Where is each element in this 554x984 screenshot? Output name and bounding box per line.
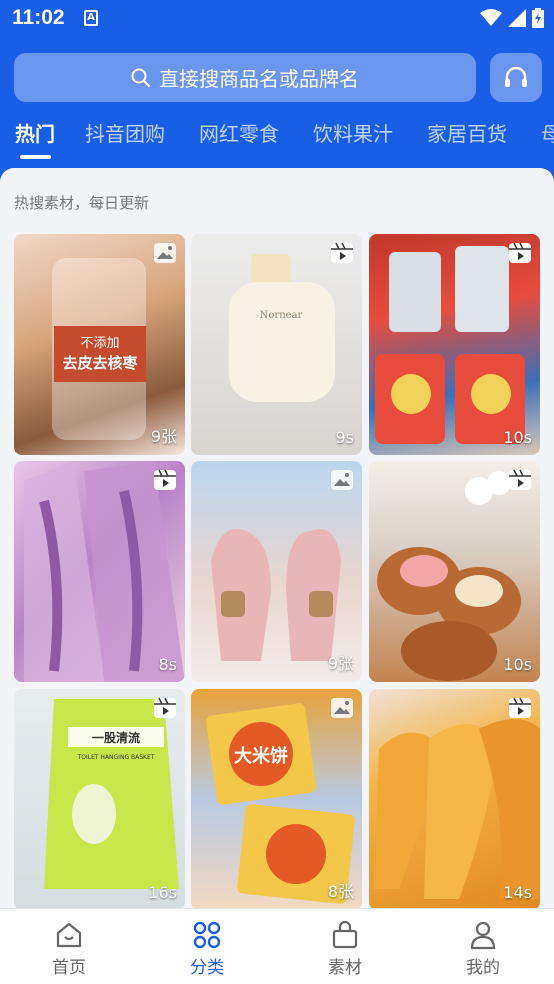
card-meta: 10s [503,655,532,674]
image-icon [154,243,176,263]
card-meta: 9张 [150,427,177,446]
card-photo [374,719,540,899]
nav-home[interactable]: 首页 [0,909,138,984]
card-photo [211,529,341,661]
tab-douyin-group[interactable]: 抖音团购 [85,118,165,147]
tab-drinks[interactable]: 饮料果汁 [313,118,393,147]
signal-icon [508,9,526,27]
video-icon [331,242,353,263]
image-icon [331,470,353,490]
bag-icon [330,919,360,951]
material-card-1[interactable]: 不添加 去皮去核枣 9张 [14,234,185,455]
material-card-2[interactable]: Nornear 9s [191,234,362,455]
card-photo: 大米饼 [206,703,355,904]
headset-icon [505,66,527,87]
card-meta: 8s [158,655,177,674]
svg-text:一股清流: 一股清流 [92,730,140,745]
nav-materials[interactable]: 素材 [276,909,414,984]
card-photo: Nornear [229,254,335,402]
nav-label: 素材 [328,958,362,978]
material-card-3[interactable]: 10s [369,234,540,455]
video-icon [509,242,531,263]
system-icons [480,8,544,28]
wifi-icon [480,9,502,26]
video-icon [154,469,176,490]
tab-mother-baby[interactable]: 母 [541,118,554,147]
card-meta: 16s [148,883,177,902]
svg-text:大米饼: 大米饼 [234,745,288,767]
svg-text:TOILET HANGING BASKET: TOILET HANGING BASKET [77,754,155,761]
card-photo: 一股清流 TOILET HANGING BASKET [44,699,179,889]
notification-icon: A [84,10,98,26]
material-card-8[interactable]: 大米饼 8张 [191,689,362,908]
tab-active-indicator [20,155,51,159]
image-icon [331,698,353,718]
card-photo [24,461,185,682]
home-icon [54,919,84,951]
search-placeholder: 直接搜商品名或品牌名 [159,67,359,91]
category-icon [192,919,222,951]
feed-hint: 热搜素材，每日更新 [14,194,150,212]
search-bar[interactable]: 直接搜商品名或品牌名 [14,53,476,102]
battery-icon [532,8,544,28]
tab-home-goods[interactable]: 家居百货 [427,118,507,147]
search-icon [131,68,151,88]
card-meta: 10s [503,428,532,447]
nav-label: 我的 [466,958,500,978]
card-photo [377,471,521,681]
user-icon [468,919,498,951]
svg-text:去皮去核枣: 去皮去核枣 [62,354,138,372]
card-meta: 9s [335,428,354,447]
video-icon [509,697,531,718]
video-icon [154,697,176,718]
nav-profile[interactable]: 我的 [414,909,552,984]
svg-text:Nornear: Nornear [260,310,303,321]
material-card-4[interactable]: 8s [14,461,185,682]
category-tabs: 热门 抖音团购 网红零食 饮料果汁 家居百货 母 [0,112,554,162]
nav-category[interactable]: 分类 [138,909,276,984]
card-meta: 8张 [327,882,354,901]
material-feed: 热搜素材，每日更新 不添加 去皮去核枣 9张 Nornear 9s 10s 8s… [0,168,554,908]
tab-snacks[interactable]: 网红零食 [199,118,279,147]
material-card-6[interactable]: 10s [369,461,540,682]
status-time: 11:02 [12,6,65,29]
video-icon [509,469,531,490]
card-meta: 9张 [327,654,354,673]
nav-label: 分类 [190,958,224,978]
material-card-7[interactable]: 一股清流 TOILET HANGING BASKET 16s [14,689,185,908]
card-photo: 不添加 去皮去核枣 [52,258,146,440]
material-card-9[interactable]: 14s [369,689,540,908]
bottom-navigation: 首页 分类 素材 我的 [0,908,554,984]
nav-label: 首页 [52,958,86,978]
card-photo [375,246,525,444]
svg-text:不添加: 不添加 [80,336,119,351]
card-meta: 14s [503,883,532,902]
customer-service-button[interactable] [490,53,542,102]
status-bar: 11:02 A [0,0,554,40]
tab-hot[interactable]: 热门 [15,118,55,147]
material-card-5[interactable]: 9张 [191,461,362,682]
